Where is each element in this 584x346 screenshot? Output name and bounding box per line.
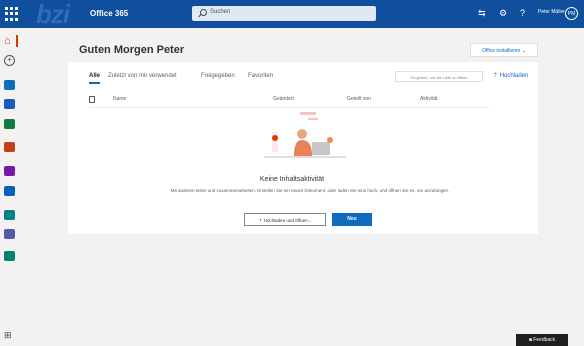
tab-favorites[interactable]: Favoriten [248,73,273,79]
tab-all[interactable]: Alle [89,73,101,84]
powerpoint-icon[interactable] [4,142,15,152]
table-header: Name Geändert Geteilt von Aktivität [89,96,489,106]
app-name[interactable]: Office 365 [90,0,128,28]
teams-icon[interactable]: ⇆ [478,6,486,20]
page-title: Guten Morgen Peter [79,44,185,56]
home-item[interactable]: ⌂ [0,35,20,49]
empty-description: Mit anderen teilen und zusammenarbeiten.… [170,188,450,193]
header-divider [89,107,489,108]
brand-logo: bzi [36,0,70,29]
teams-icon[interactable] [4,229,15,239]
empty-title: Keine Inhaltsaktivität [259,176,325,183]
active-indicator [16,35,18,47]
tab-recent[interactable]: Zuletzt von mir verwendet [108,73,177,79]
sharepoint-icon[interactable] [4,210,15,220]
all-apps-icon[interactable]: ⊞ [4,330,12,341]
file-type-icon [89,96,95,103]
help-icon[interactable]: ? [520,6,525,20]
empty-state-illustration [264,112,346,158]
excel-icon[interactable] [4,119,15,129]
column-modified[interactable]: Geändert [273,96,294,102]
column-name[interactable]: Name [113,96,126,102]
onenote-icon[interactable] [4,166,15,176]
search-placeholder: Suchen [210,9,231,15]
column-activity[interactable]: Aktivität [420,96,438,102]
new-button[interactable]: Neu [332,213,372,226]
search-input[interactable]: Suchen [192,6,376,21]
app-launcher-icon[interactable] [5,7,19,21]
add-app-icon[interactable]: + [4,55,15,66]
search-icon [200,9,207,16]
settings-icon[interactable]: ⚙ [499,6,507,20]
tab-shared[interactable]: Freigegeben [201,73,235,79]
onedrive-icon[interactable] [4,186,15,196]
filter-input[interactable]: Eingeben, um die Liste zu filtern [395,71,483,82]
outlook-icon[interactable] [4,80,15,90]
forms-icon[interactable] [4,251,15,261]
feedback-button[interactable]: ■ Feedback [516,334,568,346]
install-office-button[interactable]: Office installieren ⌄ [470,43,538,57]
avatar[interactable]: PM [565,7,578,20]
column-shared-by[interactable]: Geteilt von [347,96,371,102]
home-icon: ⌂ [4,35,11,47]
upload-button[interactable]: ⇡ Hochladen [493,72,528,79]
top-bar: bzi Office 365 Suchen ⇆ ⚙ ? Peter Müller… [0,0,584,28]
word-icon[interactable] [4,99,15,109]
user-name[interactable]: Peter Müller [538,9,565,15]
upload-open-button[interactable]: ⇡ Hochladen und öffnen... [244,213,326,226]
